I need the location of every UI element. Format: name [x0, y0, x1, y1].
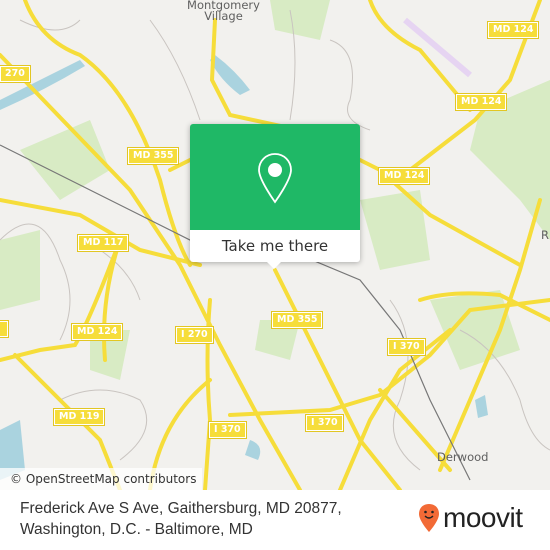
place-line: Village: [204, 9, 243, 23]
route-shield: MD 124: [454, 93, 508, 111]
map-pin-icon: [258, 153, 292, 204]
popup-pointer: [266, 261, 282, 269]
popup-header: [190, 124, 360, 230]
moovit-logo[interactable]: moovit: [418, 502, 523, 534]
location-popup: Take me there: [190, 124, 360, 269]
address: Frederick Ave S Ave, Gaithersburg, MD 20…: [20, 498, 342, 540]
route-shield: [0, 320, 9, 338]
place-label-derwood: Derwood: [437, 450, 489, 464]
route-shield: I 370: [387, 338, 426, 356]
footer: Frederick Ave S Ave, Gaithersburg, MD 20…: [0, 490, 550, 550]
address-line-1: Frederick Ave S Ave, Gaithersburg, MD 20…: [20, 500, 342, 517]
map[interactable]: Montgomery Village Derwood R 270 MD 124 …: [0, 0, 550, 490]
place-label-r: R: [541, 228, 549, 242]
address-line-2: Washington, D.C. - Baltimore, MD: [20, 521, 253, 538]
map-attribution[interactable]: © OpenStreetMap contributors: [0, 468, 203, 490]
route-shield: MD 355: [126, 147, 180, 165]
route-shield: MD 355: [270, 311, 324, 329]
logo-text: moovit: [443, 502, 523, 533]
route-shield: MD 124: [486, 21, 540, 39]
route-shield: I 270: [175, 326, 214, 344]
route-shield: I 370: [208, 421, 247, 439]
route-shield: MD 117: [76, 234, 130, 252]
route-shield: MD 124: [70, 323, 124, 341]
take-me-there-button[interactable]: Take me there: [190, 230, 360, 262]
route-shield: 270: [0, 65, 31, 83]
moovit-pin-icon: [419, 504, 439, 532]
route-shield: MD 124: [377, 167, 431, 185]
route-shield: I 370: [305, 414, 344, 432]
place-label-montgomery-village: Montgomery Village: [176, 0, 271, 22]
route-shield: MD 119: [52, 408, 106, 426]
